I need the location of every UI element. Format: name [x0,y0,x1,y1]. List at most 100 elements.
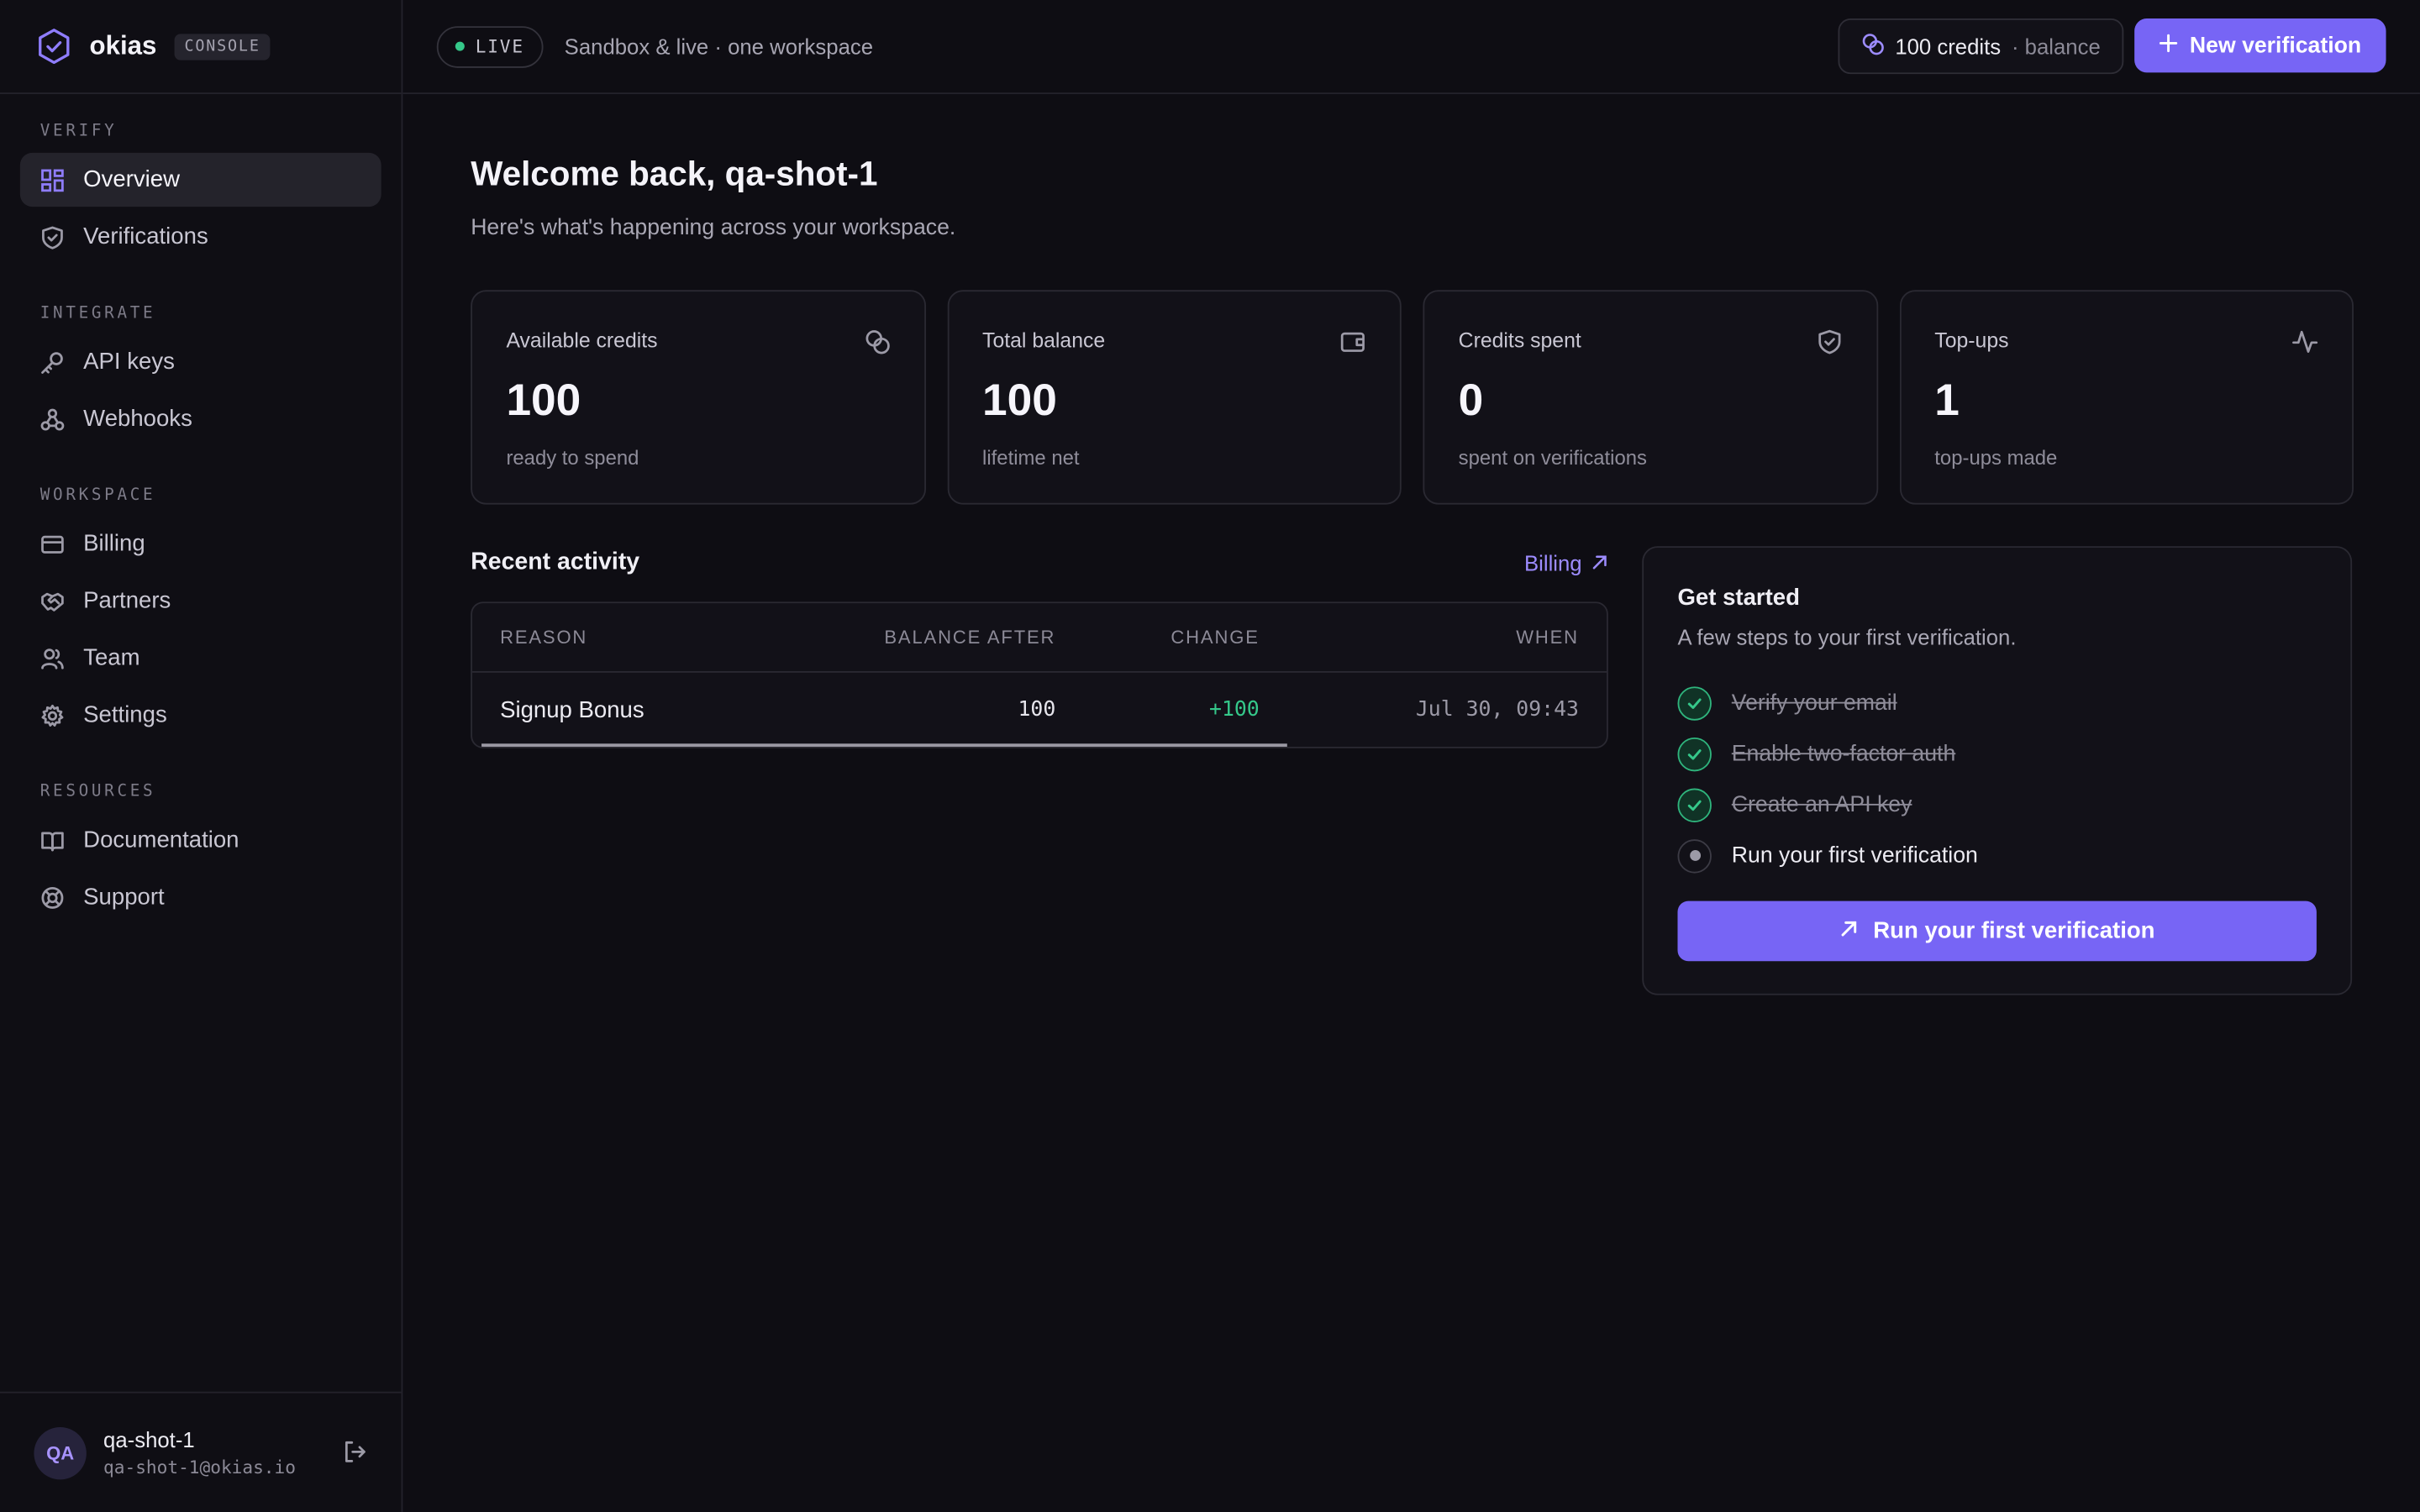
nav-section-integrate: INTEGRATE [39,303,156,323]
user-profile: QA qa-shot-1 qa-shot-1@okias.io [0,1391,402,1512]
logout-icon[interactable] [343,1440,367,1473]
stat-card-total-balance: Total balance 100 lifetime net [946,290,1402,505]
sidebar-item-overview[interactable]: Overview [19,152,381,207]
list-item[interactable]: Run your first verification [1677,830,2316,881]
brand: okias CONSOLE [0,0,402,95]
get-started-card: Get started A few steps to your first ve… [1642,546,2353,995]
table-header: REASON BALANCE AFTER CHANGE WHEN [472,603,1607,673]
card-title: Get started [1677,585,1800,612]
gear-icon [40,703,65,727]
stats-row: Available credits 100 ready to spend Tot… [471,290,2354,505]
activity-icon [2291,328,2318,362]
main-content: Welcome back, qa-shot-1 Here's what's ha… [471,94,2354,995]
arrow-up-right-icon [1839,918,1858,944]
avatar[interactable]: QA [34,1426,87,1479]
status-dot-icon [455,41,465,51]
stat-label: Total balance [982,328,1106,352]
stat-card-available-credits: Available credits 100 ready to spend [471,290,926,505]
stat-value: 1 [1934,376,1960,426]
sidebar: okias CONSOLE VERIFY Overview Verificati… [0,0,403,1512]
column-header[interactable]: BALANCE AFTER [808,627,1055,648]
sidebar-item-support[interactable]: Support [20,870,381,924]
plus-icon [2159,33,2177,57]
nav-section-verify: VERIFY [39,122,118,141]
new-verification-label: New verification [2189,33,2362,58]
nav-section-resources: RESOURCES [39,782,156,801]
column-header[interactable]: WHEN [1260,627,1579,648]
run-first-verification-button[interactable]: Run your first verification [1677,900,2317,962]
shield-check-icon [1816,328,1842,362]
topbar: LIVE Sandbox & live · one workspace 100 … [402,0,2420,95]
stat-hint: ready to spend [506,445,639,470]
sidebar-item-api-keys[interactable]: API keys [20,335,381,389]
brand-tag: CONSOLE [175,33,270,60]
run-button-label: Run your first verification [1873,917,2155,945]
lifebuoy-icon [40,885,65,909]
stat-value: 100 [982,376,1057,426]
sidebar-item-partners[interactable]: Partners [20,574,381,627]
grid-icon [40,167,65,192]
steps-list: Verify your email Enable two-factor auth… [1677,677,2316,880]
sidebar-item-label: Billing [83,530,145,558]
column-header[interactable]: CHANGE [1055,627,1259,648]
webhook-icon [40,407,65,431]
cell-reason: Signup Bonus [500,696,644,723]
stat-label: Top-ups [1934,328,2009,352]
list-item[interactable]: Enable two-factor auth [1677,728,2316,780]
sidebar-item-webhooks[interactable]: Webhooks [20,392,381,446]
stat-value: 0 [1458,376,1484,426]
sidebar-item-verifications[interactable]: Verifications [20,210,381,264]
sidebar-item-label: Partners [83,587,171,615]
billing-link-label: Billing [1523,550,1582,576]
stat-card-credits-spent: Credits spent 0 spent on verifications [1423,290,1878,505]
card-subtitle: A few steps to your first verification. [1677,624,2017,650]
credits-balance[interactable]: 100 credits · balance [1838,18,2124,75]
sidebar-item-label: Settings [83,701,167,728]
stat-hint: lifetime net [982,445,1080,470]
page-title: Welcome back, qa-shot-1 [471,154,878,193]
pending-dot-icon [1677,838,1712,873]
sidebar-item-team[interactable]: Team [20,631,381,685]
cell-balance-after: 100 [1018,697,1056,722]
sidebar-nav: VERIFY Overview Verifications INTEGRATE [0,94,402,924]
sidebar-item-label: API keys [83,349,175,375]
key-icon [40,349,65,374]
table-row[interactable]: Signup Bonus 100 +100 Jul 30, 09:43 [472,673,1607,747]
column-header[interactable]: REASON [500,627,808,648]
handshake-icon [40,589,65,613]
sidebar-item-settings[interactable]: Settings [20,688,381,742]
nav-section-workspace: WORKSPACE [39,486,156,505]
live-badge[interactable]: LIVE [436,25,543,67]
new-verification-button[interactable]: New verification [2133,18,2386,73]
book-icon [40,827,65,852]
hexagon-logo-icon [37,28,71,65]
coins-icon [1861,33,1885,60]
credits-suffix: · balance [2011,34,2101,59]
activity-table: REASON BALANCE AFTER CHANGE WHEN Signup … [471,601,1608,748]
user-email: qa-shot-1@okias.io [103,1456,296,1478]
step-label: Create an API key [1731,792,1912,817]
sidebar-item-documentation[interactable]: Documentation [20,813,381,867]
sidebar-item-label: Webhooks [83,406,192,433]
stat-label: Credits spent [1458,328,1581,352]
user-name: qa-shot-1 [103,1426,195,1452]
users-icon [40,646,65,670]
billing-link[interactable]: Billing [1524,551,1608,575]
sidebar-item-label: Team [83,644,140,671]
cell-when: Jul 30, 09:43 [1415,697,1579,722]
cell-change: +100 [1209,697,1260,722]
step-label: Verify your email [1731,690,1897,716]
sidebar-item-label: Support [83,884,165,911]
section-title: Recent activity [471,549,640,576]
coins-icon [864,328,890,362]
check-circle-icon [1677,787,1712,822]
card-icon [40,532,65,556]
list-item[interactable]: Verify your email [1677,677,2316,728]
credits-value: 100 credits [1895,34,2002,59]
check-circle-icon [1677,685,1712,720]
stat-hint: top-ups made [1934,445,2058,470]
sidebar-item-label: Overview [83,166,181,193]
check-circle-icon [1677,737,1712,771]
list-item[interactable]: Create an API key [1677,780,2316,831]
sidebar-item-billing[interactable]: Billing [20,517,381,570]
